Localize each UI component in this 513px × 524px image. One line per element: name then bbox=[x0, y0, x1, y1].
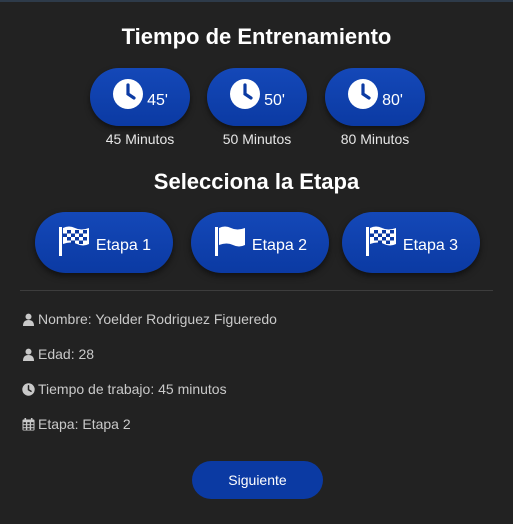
flag-icon bbox=[214, 226, 245, 256]
select-stage-title: Selecciona la Etapa bbox=[153, 169, 360, 194]
clock-icon bbox=[22, 382, 35, 396]
info-stage-text: Etapa: Etapa 2 bbox=[38, 416, 131, 432]
checkered-flag-icon bbox=[58, 226, 89, 256]
next-button[interactable]: Siguiente bbox=[192, 461, 323, 499]
clock-icon bbox=[230, 79, 261, 109]
info-work-time-text: Tiempo de trabajo: 45 minutos bbox=[38, 381, 227, 397]
time-value: 50' bbox=[264, 92, 285, 109]
time-value: 45' bbox=[147, 92, 168, 109]
divider bbox=[20, 290, 493, 291]
stage-label: Etapa 2 bbox=[251, 236, 308, 254]
info-name-text: Nombre: Yoelder Rodriguez Figueredo bbox=[38, 311, 277, 327]
info-name: Nombre: Yoelder Rodriguez Figueredo bbox=[22, 311, 277, 327]
time-caption-80: 80 Minutos bbox=[340, 131, 410, 147]
clock-icon bbox=[348, 79, 379, 109]
training-time-title: Tiempo de Entrenamiento bbox=[121, 24, 392, 49]
time-button-80[interactable]: 80' bbox=[325, 68, 425, 126]
user-icon bbox=[23, 348, 34, 361]
time-value: 80' bbox=[382, 92, 403, 109]
stage-button-1[interactable]: Etapa 1 bbox=[35, 212, 173, 273]
info-age: Edad: 28 bbox=[22, 346, 94, 362]
clock-icon bbox=[113, 79, 144, 109]
time-button-45[interactable]: 45' bbox=[90, 68, 190, 126]
stage-label: Etapa 1 bbox=[95, 236, 152, 254]
stage-button-2[interactable]: Etapa 2 bbox=[191, 212, 329, 273]
info-age-text: Edad: 28 bbox=[38, 346, 95, 362]
calendar-icon bbox=[22, 417, 35, 430]
time-caption-50: 50 Minutos bbox=[222, 131, 292, 147]
checkered-flag-icon bbox=[365, 226, 396, 256]
stage-label: Etapa 3 bbox=[402, 236, 459, 254]
info-stage: Etapa: Etapa 2 bbox=[22, 416, 131, 432]
time-caption-45: 45 Minutos bbox=[105, 131, 175, 147]
top-border bbox=[0, 0, 513, 2]
stage-button-3[interactable]: Etapa 3 bbox=[342, 212, 480, 273]
time-button-50[interactable]: 50' bbox=[207, 68, 307, 126]
user-icon bbox=[23, 313, 34, 326]
info-work-time: Tiempo de trabajo: 45 minutos bbox=[22, 381, 227, 397]
